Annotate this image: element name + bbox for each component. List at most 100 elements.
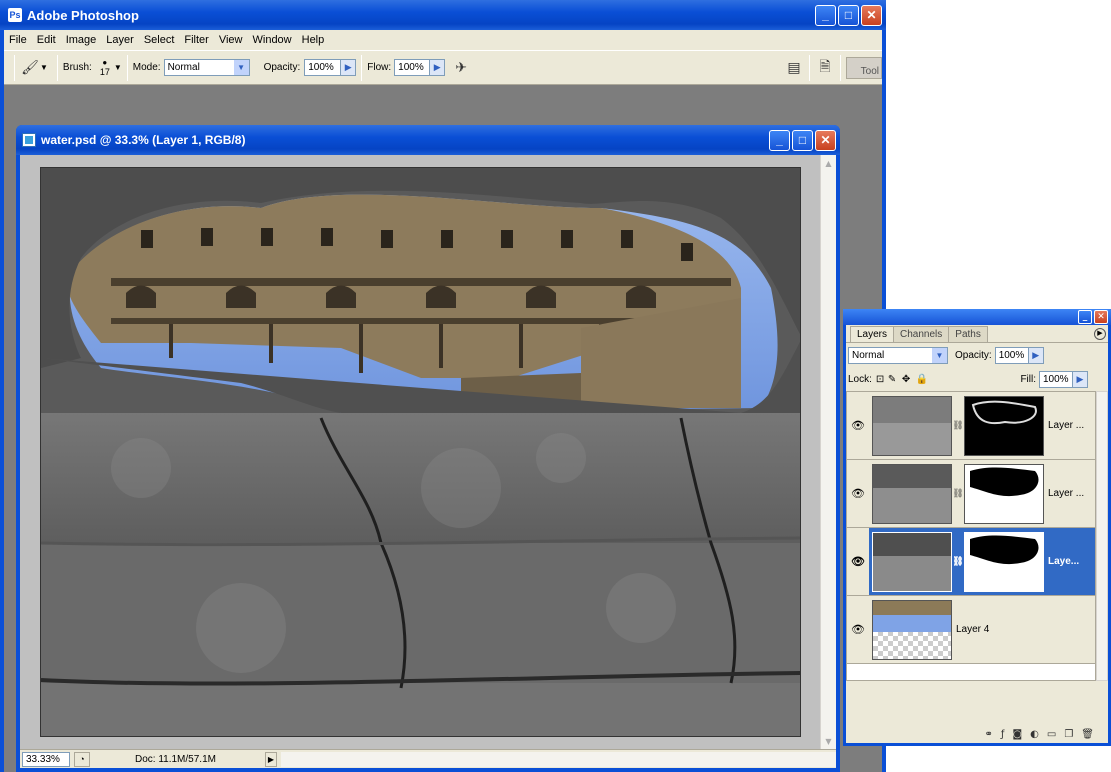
menu-help[interactable]: Help: [297, 34, 330, 46]
flow-slider-button[interactable]: ▶: [430, 59, 446, 76]
tab-layers[interactable]: Layers: [850, 326, 895, 342]
tab-channels[interactable]: Channels: [893, 326, 950, 342]
lock-brush-icon[interactable]: ✎: [888, 374, 902, 385]
mask-shape: [970, 467, 1039, 496]
link-layers-icon[interactable]: ⚭: [985, 729, 993, 740]
close-button[interactable]: ✕: [861, 4, 882, 26]
layer-name: Layer ...: [1048, 488, 1085, 499]
scroll-up-icon[interactable]: ▲: [821, 155, 836, 171]
blend-mode-value: Normal: [852, 349, 885, 361]
canvas-area[interactable]: [20, 155, 820, 749]
visibility-eye-icon[interactable]: 👁: [847, 528, 869, 595]
visibility-eye-icon[interactable]: 👁: [847, 419, 869, 432]
lock-move-icon[interactable]: ✥: [902, 374, 916, 385]
thumbnail-sky: [873, 600, 951, 633]
menu-edit[interactable]: Edit: [32, 34, 61, 46]
palette-well-icon[interactable]: ▤: [784, 58, 804, 78]
layer-row[interactable]: 👁 Layer 4: [847, 596, 1095, 664]
mode-value: Normal: [167, 62, 200, 73]
menu-layer[interactable]: Layer: [101, 34, 139, 46]
link-chain-icon[interactable]: ⛓: [952, 488, 964, 499]
doc-close-button[interactable]: ✕: [815, 129, 836, 151]
layer-thumbnail: [872, 531, 952, 592]
layer-list: 👁 ⛓ Layer ... 👁 ⛓ Layer ... 👁 ⛓ Laye... …: [846, 391, 1096, 681]
new-group-icon[interactable]: ▭: [1047, 729, 1056, 740]
app-titlebar[interactable]: Ps Adobe Photoshop _ □ ✕: [0, 0, 886, 30]
layer-style-icon[interactable]: ƒ: [1001, 729, 1005, 740]
layer-thumbnail: [872, 463, 952, 524]
fill-input[interactable]: 100%: [1039, 370, 1073, 388]
menu-filter[interactable]: Filter: [179, 34, 213, 46]
minimize-button[interactable]: _: [815, 4, 836, 26]
status-info-icon[interactable]: ◔: [74, 751, 90, 767]
tool-presets-tab-label: Tool: [860, 65, 879, 77]
tab-paths[interactable]: Paths: [948, 326, 988, 342]
mask-outline-shape: [971, 400, 1037, 424]
layer-name: Layer 4: [956, 624, 990, 635]
visibility-eye-icon[interactable]: 👁: [847, 487, 869, 500]
blend-mode-select[interactable]: Normal ▼: [848, 346, 948, 364]
layer-row[interactable]: 👁 ⛓ Layer ...: [847, 460, 1095, 528]
airbrush-icon[interactable]: ✈: [451, 58, 471, 78]
menu-view[interactable]: View: [214, 34, 248, 46]
add-mask-icon[interactable]: ◙: [1012, 729, 1022, 740]
new-layer-icon[interactable]: ❐: [1064, 729, 1073, 740]
file-browser-icon[interactable]: 🗎: [815, 58, 835, 78]
flow-input[interactable]: 100%: [394, 59, 431, 76]
canvas-image[interactable]: [40, 167, 801, 737]
lock-transparency-icon[interactable]: ⊡: [876, 374, 888, 385]
layer-opacity-input[interactable]: 100%: [994, 346, 1029, 364]
tool-presets-tab[interactable]: Tool: [846, 56, 882, 79]
opacity-input[interactable]: 100%: [304, 59, 342, 76]
mode-label: Mode:: [132, 62, 161, 73]
divider: [361, 54, 363, 81]
menu-select[interactable]: Select: [139, 34, 180, 46]
brush-picker-arrow-icon[interactable]: ▼: [114, 63, 122, 72]
document-titlebar[interactable]: water.psd @ 33.3% (Layer 1, RGB/8) _ □ ✕: [16, 125, 840, 155]
tool-preset-dropdown-icon[interactable]: ▼: [40, 63, 48, 72]
palette-menu-icon[interactable]: ▶: [1094, 328, 1106, 340]
scroll-down-icon[interactable]: ▼: [821, 733, 836, 749]
menu-bar: File Edit Image Layer Select Filter View…: [4, 30, 882, 50]
horizontal-scrollbar[interactable]: [281, 751, 836, 767]
lock-all-icon[interactable]: 🔒: [916, 374, 930, 385]
link-chain-icon[interactable]: ⛓: [952, 556, 964, 567]
app-title: Adobe Photoshop: [27, 7, 139, 23]
options-bar: 🖌 ▼ Brush: ● 17 ▼ Mode: Normal ▼ Opacity…: [4, 50, 882, 85]
maximize-button[interactable]: □: [838, 4, 859, 26]
mode-select[interactable]: Normal ▼: [163, 59, 250, 76]
menu-image[interactable]: Image: [61, 34, 102, 46]
layer-row[interactable]: 👁 ⛓ Layer ...: [847, 392, 1095, 460]
visibility-eye-icon[interactable]: 👁: [847, 623, 869, 636]
doc-maximize-button[interactable]: □: [792, 129, 813, 151]
opacity-slider-button[interactable]: ▶: [341, 59, 357, 76]
zoom-field[interactable]: 33.33%: [22, 751, 70, 767]
layer-name: Laye...: [1048, 556, 1080, 567]
layer-opacity-slider-button[interactable]: ▶: [1028, 346, 1044, 364]
menu-file[interactable]: File: [4, 34, 32, 46]
layer-opacity-label: Opacity:: [955, 349, 992, 361]
vertical-scrollbar[interactable]: ▲ ▼: [820, 155, 836, 749]
menu-window[interactable]: Window: [248, 34, 297, 46]
status-menu-arrow-icon[interactable]: ▶: [265, 751, 277, 767]
layer-thumbnail: [872, 599, 952, 660]
layer-mask-thumbnail: [964, 463, 1044, 524]
fill-slider-button[interactable]: ▶: [1073, 370, 1088, 388]
flow-label: Flow:: [367, 62, 392, 73]
link-chain-icon[interactable]: ⛓: [952, 420, 964, 431]
lock-label: Lock:: [848, 373, 872, 385]
brush-tool-icon[interactable]: 🖌: [20, 58, 40, 78]
palette-minimize-button[interactable]: _: [1078, 310, 1092, 324]
layers-panel-body: Layers Channels Paths ▶ Normal ▼ Opacity…: [846, 325, 1108, 743]
layers-palette: _ ✕ Layers Channels Paths ▶ Normal ▼ Opa…: [843, 309, 1111, 746]
layer-row-selected[interactable]: 👁 ⛓ Laye...: [847, 528, 1095, 596]
delete-layer-icon[interactable]: 🗑: [1081, 729, 1094, 740]
brush-preview[interactable]: ● 17: [100, 58, 110, 77]
palette-titlebar[interactable]: _ ✕: [843, 309, 1111, 325]
palette-close-button[interactable]: ✕: [1094, 310, 1108, 324]
layers-scrollbar[interactable]: [1096, 391, 1108, 681]
layer-mask-thumbnail: [964, 531, 1044, 592]
doc-minimize-button[interactable]: _: [769, 129, 790, 151]
adjustment-layer-icon[interactable]: ◐: [1030, 729, 1039, 740]
layer-mask-thumbnail: [964, 395, 1044, 456]
